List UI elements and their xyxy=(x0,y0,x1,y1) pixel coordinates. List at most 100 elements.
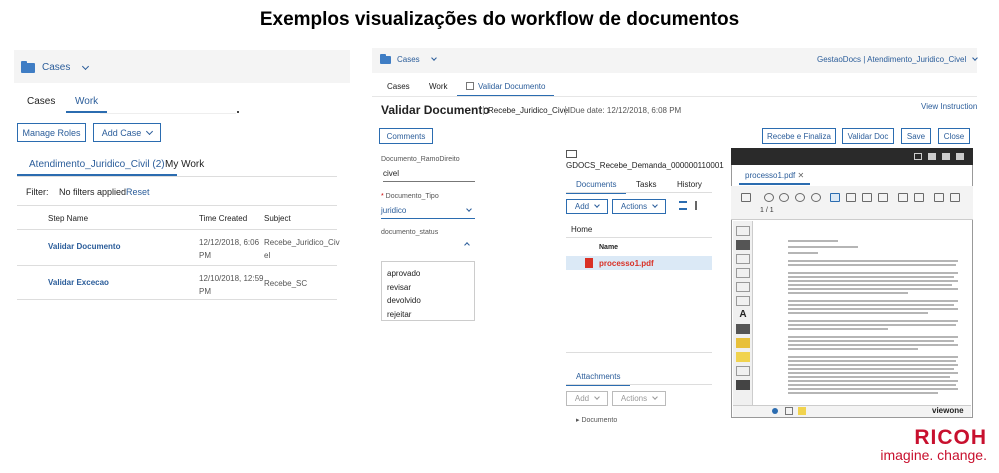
add-case-button[interactable]: Add Case xyxy=(93,123,161,142)
page-meta: Recebe_Juridico_Civel xyxy=(483,106,570,115)
fit-page-icon[interactable] xyxy=(846,193,856,202)
tipo-value: juridico xyxy=(381,206,407,215)
zoom-out-icon[interactable] xyxy=(764,193,774,202)
page-nav[interactable]: 1 / 1 xyxy=(760,207,774,214)
chevron-down-icon xyxy=(146,127,154,135)
row-divider xyxy=(17,299,337,300)
right-cases-switcher[interactable]: Cases xyxy=(380,53,437,64)
validar-doc-button[interactable]: Validar Doc xyxy=(842,128,894,144)
recebe-finaliza-label: Recebe e Finaliza xyxy=(766,131,832,141)
row2-step-link[interactable]: Validar Excecao xyxy=(48,278,109,287)
rotate-icon[interactable] xyxy=(862,193,872,202)
expand2-icon[interactable] xyxy=(914,193,924,202)
doc-text-line xyxy=(788,380,958,382)
zoom-icon[interactable] xyxy=(795,193,805,202)
doc-text-line xyxy=(788,340,954,342)
tab-cases-right[interactable]: Cases xyxy=(387,82,410,91)
status-option[interactable]: revisar xyxy=(387,281,469,295)
tipo-label-text: Documento_Tipo xyxy=(385,193,439,200)
subtab-atendimento[interactable]: Atendimento_Juridico_Civil (2) xyxy=(17,159,177,176)
attach-item-label: Documento xyxy=(581,417,618,424)
doc-text-line xyxy=(788,356,958,358)
zoom-in-icon[interactable] xyxy=(779,193,789,202)
tab-validar-documento[interactable]: Validar Documento xyxy=(457,82,555,97)
text-box-tool-icon[interactable] xyxy=(736,324,750,334)
page-title: Validar Documento xyxy=(381,103,490,117)
shape-tool-icon[interactable] xyxy=(736,240,750,250)
arrow-tool-icon[interactable] xyxy=(736,268,750,278)
stamp-tool-icon[interactable] xyxy=(736,366,750,376)
add-case-label: Add Case xyxy=(101,127,142,138)
list-view-icon[interactable] xyxy=(679,201,687,210)
doc-text-line xyxy=(788,300,958,302)
fit-width-icon[interactable] xyxy=(830,193,840,202)
polygon-tool-icon[interactable] xyxy=(736,254,750,264)
add-button[interactable]: Add xyxy=(566,199,608,214)
left-cases-switcher[interactable]: Cases xyxy=(21,60,90,73)
ramo-input[interactable]: civel xyxy=(383,169,475,182)
layout-icon[interactable] xyxy=(942,153,950,160)
subtab-my-work[interactable]: My Work xyxy=(165,159,204,170)
print-tool-icon[interactable] xyxy=(741,193,751,202)
info-icon[interactable] xyxy=(772,408,778,414)
line-tool-icon[interactable] xyxy=(736,282,750,292)
recebe-finaliza-button[interactable]: Recebe e Finaliza xyxy=(762,128,836,144)
filter-divider xyxy=(17,205,337,206)
manage-roles-button[interactable]: Manage Roles xyxy=(17,123,86,142)
doc-tab-divider xyxy=(566,192,712,193)
save-button[interactable]: Save xyxy=(901,128,931,144)
comments-label: Comments xyxy=(386,131,426,141)
col-subject[interactable]: Subject xyxy=(264,214,291,223)
row1-subject: Recebe_Juridico_Civ el xyxy=(264,236,340,262)
row1-step-link[interactable]: Validar Documento xyxy=(48,242,120,251)
attach-actions-button[interactable]: Actions xyxy=(612,391,666,406)
attach-add-button[interactable]: Add xyxy=(566,391,608,406)
status-option[interactable]: aprovado xyxy=(387,267,469,281)
tab-work[interactable]: Work xyxy=(66,96,108,113)
magnify-icon[interactable] xyxy=(878,193,888,202)
chevron-down-icon xyxy=(594,202,600,208)
note-icon[interactable] xyxy=(798,407,806,415)
save-icon[interactable] xyxy=(928,153,936,160)
copy-icon[interactable] xyxy=(950,193,960,202)
highlight-tool-icon[interactable] xyxy=(736,338,750,348)
chevron-down-icon xyxy=(652,394,658,400)
viewer-tab[interactable]: processo1.pdf ✕ xyxy=(739,171,811,185)
view-instructions-link[interactable]: View Instruction xyxy=(921,102,977,111)
tree-view-icon[interactable] xyxy=(695,201,703,210)
tab-history[interactable]: History xyxy=(677,180,702,189)
tab-tasks[interactable]: Tasks xyxy=(636,180,656,189)
doc-text-line xyxy=(788,320,958,322)
row1-time: 12/12/2018, 6:06 PM xyxy=(199,236,259,262)
split-icon[interactable] xyxy=(956,153,964,160)
status-option[interactable]: rejeitar xyxy=(387,308,469,322)
text-tool-icon[interactable]: A xyxy=(736,310,750,320)
invert-icon[interactable] xyxy=(934,193,944,202)
close-button[interactable]: Close xyxy=(938,128,970,144)
print-icon[interactable] xyxy=(914,153,922,160)
tab-cases[interactable]: Cases xyxy=(27,96,55,107)
tipo-select[interactable]: juridico xyxy=(381,206,475,219)
comments-button[interactable]: Comments xyxy=(379,128,433,144)
col-time-created[interactable]: Time Created xyxy=(199,214,247,223)
solution-switcher[interactable]: GestaoDocs | Atendimento_Juridico_Civel xyxy=(817,55,979,64)
chevron-up-icon[interactable] xyxy=(464,242,470,248)
attach-item[interactable]: ▸ Documento xyxy=(576,416,617,424)
sticky-note-icon[interactable] xyxy=(736,352,750,362)
pen-tool-icon[interactable] xyxy=(736,296,750,306)
status-listbox[interactable]: aprovado revisar devolvido rejeitar xyxy=(381,261,475,321)
name-column-header[interactable]: Name xyxy=(599,244,618,251)
status-option[interactable]: devolvido xyxy=(387,294,469,308)
reset-link[interactable]: Reset xyxy=(126,187,150,197)
zoom-fit-icon[interactable] xyxy=(811,193,821,202)
redact-tool-icon[interactable] xyxy=(736,380,750,390)
breadcrumb-home[interactable]: Home xyxy=(571,225,592,234)
doc-actions-button[interactable]: Actions xyxy=(612,199,666,214)
tab-work-right[interactable]: Work xyxy=(429,82,448,91)
col-step-name[interactable]: Step Name xyxy=(48,214,88,223)
select-tool-icon[interactable] xyxy=(736,226,750,236)
expand-icon[interactable] xyxy=(898,193,908,202)
doc-text-line xyxy=(788,292,908,294)
file-name-link[interactable]: processo1.pdf xyxy=(599,259,654,268)
page-icon[interactable] xyxy=(785,407,793,415)
